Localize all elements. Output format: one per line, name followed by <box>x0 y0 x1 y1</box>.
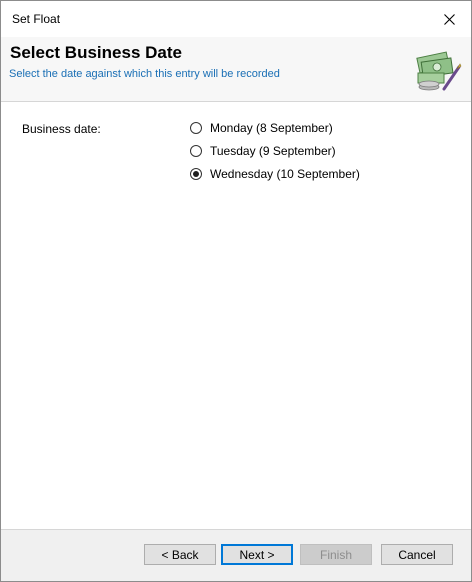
finish-button: Finish <box>300 544 372 565</box>
radio-label[interactable]: Monday (8 September) <box>210 121 333 135</box>
title-bar: Set Float <box>1 1 471 37</box>
set-float-dialog: Set Float Select Business Date Select th… <box>0 0 472 582</box>
radio-button[interactable] <box>190 145 202 157</box>
next-button[interactable]: Next > <box>221 544 293 565</box>
radio-option-tuesday[interactable]: Tuesday (9 September) <box>190 142 336 160</box>
radio-button-selected[interactable] <box>190 168 202 180</box>
close-button[interactable] <box>427 1 471 37</box>
wizard-header: Select Business Date Select the date aga… <box>1 37 471 101</box>
radio-option-wednesday[interactable]: Wednesday (10 September) <box>190 165 360 183</box>
money-icon <box>416 51 462 91</box>
radio-option-monday[interactable]: Monday (8 September) <box>190 119 333 137</box>
window-title: Set Float <box>12 12 61 26</box>
radio-label[interactable]: Wednesday (10 September) <box>210 167 360 181</box>
radio-label[interactable]: Tuesday (9 September) <box>210 144 336 158</box>
business-date-label: Business date: <box>22 122 101 136</box>
close-icon <box>443 13 455 25</box>
page-title: Select Business Date <box>10 43 182 62</box>
radio-button[interactable] <box>190 122 202 134</box>
wizard-footer: < Back Next > Finish Cancel <box>1 530 471 581</box>
page-subtitle: Select the date against which this entry… <box>9 68 280 80</box>
header-divider <box>1 101 471 102</box>
cancel-button[interactable]: Cancel <box>381 544 453 565</box>
back-button[interactable]: < Back <box>144 544 216 565</box>
